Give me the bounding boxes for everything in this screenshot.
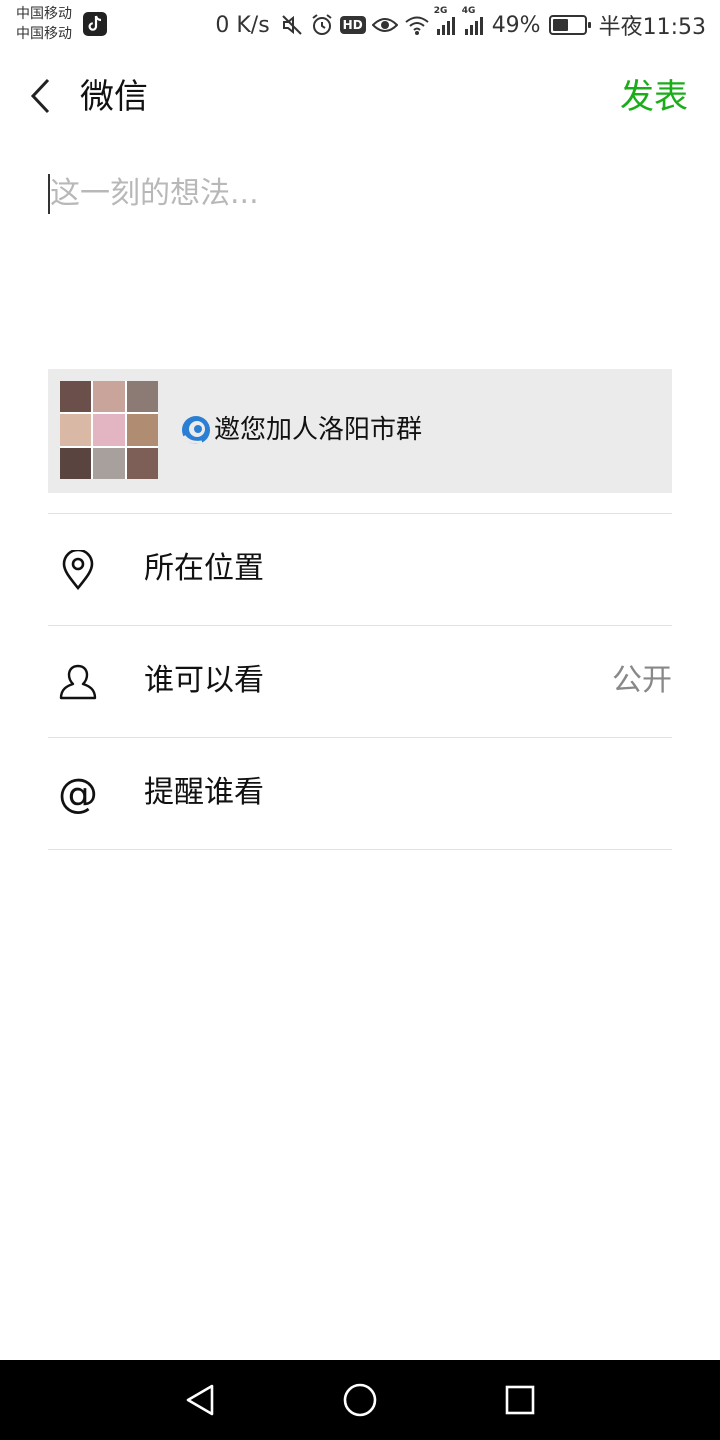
carrier-2: 中国移动	[16, 26, 72, 42]
link-logo-icon	[182, 416, 210, 444]
divider	[48, 849, 672, 850]
thumbnail-tile	[93, 447, 125, 479]
link-title-row: 邀您加人洛阳市群	[180, 413, 422, 447]
nav-back-button[interactable]	[180, 1380, 220, 1420]
thumbnail-tile	[60, 414, 92, 446]
visibility-value: 公开	[612, 663, 672, 698]
signal-icon-4g: 4G	[462, 6, 486, 36]
mention-label: 提醒谁看	[144, 775, 264, 810]
signal-2g-label: 2G	[433, 6, 448, 16]
clock: 半夜11:53	[598, 15, 706, 40]
wifi-icon	[404, 14, 430, 36]
system-nav-bar	[0, 1360, 720, 1440]
thumbnail-tile	[60, 447, 92, 479]
back-button[interactable]	[22, 76, 58, 116]
alarm-icon	[310, 13, 334, 37]
page-title: 微信	[80, 77, 148, 117]
thought-input[interactable]: 这一刻的想法...	[48, 172, 672, 342]
nav-home-button[interactable]	[340, 1380, 380, 1420]
at-symbol: @	[58, 771, 98, 817]
at-icon: @	[58, 774, 98, 814]
status-bar: 中国移动 中国移动 0 K/s HD 2G 4G 49% 半夜11:53	[0, 0, 720, 50]
thumbnail-tile	[126, 414, 158, 446]
link-thumbnail	[60, 381, 158, 479]
visibility-row[interactable]: 谁可以看 公开	[48, 626, 672, 737]
hd-icon: HD	[339, 16, 366, 34]
nav-recents-icon	[505, 1385, 535, 1415]
location-pin-icon	[58, 550, 98, 590]
top-bar: 微信 发表	[0, 50, 720, 145]
thumbnail-tile	[126, 447, 158, 479]
location-row[interactable]: 所在位置	[48, 514, 672, 625]
shared-link-card[interactable]: 邀您加人洛阳市群	[48, 369, 672, 493]
thumbnail-tile	[93, 414, 125, 446]
visibility-label: 谁可以看	[144, 663, 264, 698]
thumbnail-tile	[126, 381, 158, 413]
chevron-left-icon	[30, 78, 50, 114]
thought-placeholder: 这一刻的想法...	[50, 176, 259, 211]
signal-icon-2g: 2G	[434, 6, 458, 36]
nav-back-icon	[186, 1384, 214, 1416]
net-speed: 0 K/s	[215, 12, 270, 38]
nav-home-icon	[343, 1383, 377, 1417]
eye-icon	[371, 15, 398, 35]
thumbnail-tile	[60, 381, 92, 413]
location-label: 所在位置	[144, 551, 264, 586]
carrier-1: 中国移动	[16, 6, 72, 22]
tiktok-icon	[83, 12, 107, 36]
status-indicators: 0 K/s HD 2G 4G 49% 半夜11:53	[215, 6, 706, 40]
battery-percent: 49%	[491, 12, 541, 38]
link-title: 邀您加人洛阳市群	[214, 415, 423, 445]
person-icon	[58, 662, 98, 702]
publish-button[interactable]: 发表	[620, 76, 688, 118]
mute-icon	[280, 13, 304, 37]
carrier-labels: 中国移动 中国移动	[16, 4, 72, 44]
battery-fill	[552, 19, 568, 31]
thumbnail-tile	[93, 381, 125, 413]
signal-4g-label: 4G	[461, 6, 476, 16]
nav-recents-button[interactable]	[500, 1380, 540, 1420]
battery-icon	[548, 15, 591, 35]
mention-row[interactable]: @ 提醒谁看	[48, 738, 672, 849]
